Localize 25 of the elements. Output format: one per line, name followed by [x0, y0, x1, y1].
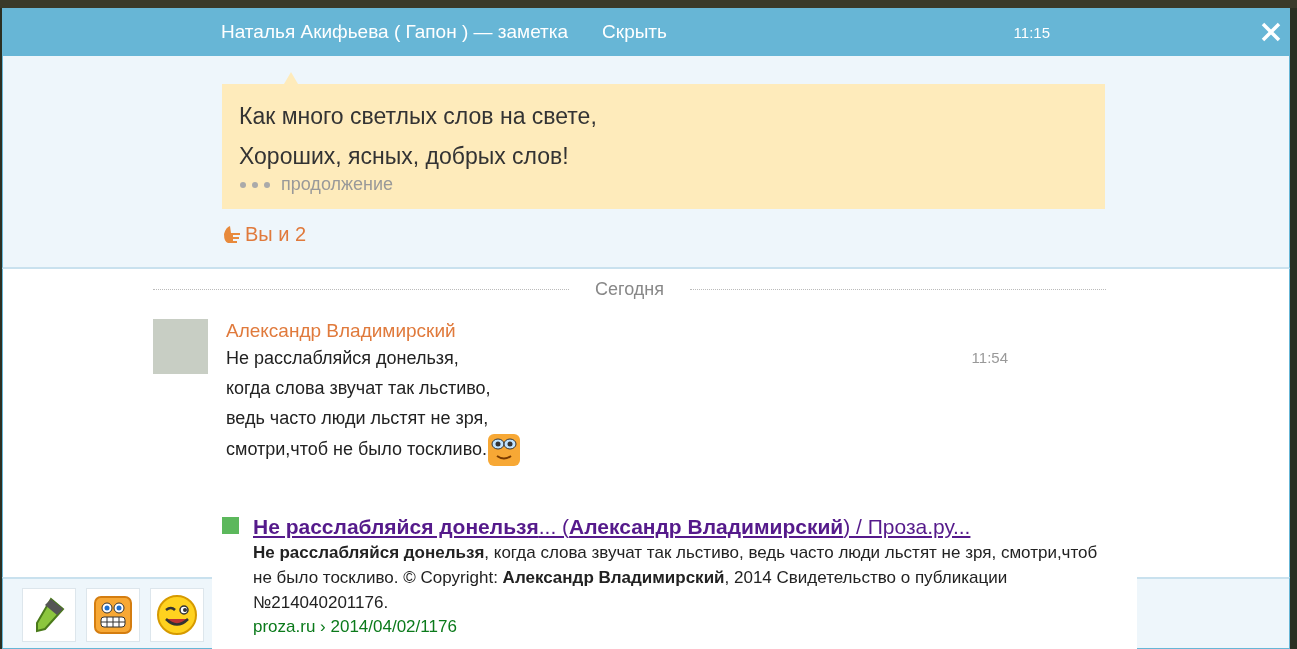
message-time: 11:54 — [971, 349, 1008, 368]
author-name[interactable]: Александр Владимирский — [226, 319, 1008, 343]
close-icon — [1260, 21, 1282, 43]
continue-link[interactable]: продолжение — [281, 174, 394, 195]
dots-icon — [239, 180, 273, 189]
thumbs-up-icon — [222, 224, 242, 245]
avatar-photo-placeholder — [153, 319, 208, 374]
hide-link[interactable]: Скрыть — [602, 21, 667, 43]
grin-smiley-icon — [92, 594, 134, 636]
message-text: Не расслабляйся донельзя, когда слова звучат так льстиво, ведь часто люди льстят не зря, смотри,чтоб не было тоскливо. — [226, 343, 522, 467]
note-text: Хороших, ясных, добрых слов! — [239, 142, 570, 171]
note-time: 11:15 — [1013, 23, 1050, 41]
wink-smiley-icon — [156, 594, 198, 636]
site-icon — [222, 517, 239, 534]
marker-button[interactable] — [22, 588, 76, 642]
preview-snippet: Не расслабляйся донельзя, когда слова звучат так льстиво, ведь часто люди льстят не зря, смотри,чтоб не было тоскливо. © Copyright: Александр Владимирский, 2014 Свидетельство о публикации №214040201176. — [253, 542, 1099, 614]
likes-link[interactable]: Вы и 2 — [222, 223, 307, 246]
wink-button[interactable] — [150, 588, 204, 642]
note-text: Как много светлых слов на свете, — [239, 102, 598, 131]
day-divider: Сегодня — [594, 279, 665, 300]
smiley-icon — [487, 433, 522, 467]
window-title: Наталья Акифьева ( Гапон ) — заметка — [221, 21, 569, 43]
preview-url[interactable]: proza.ru › 2014/04/02/1176 — [253, 615, 1103, 639]
preview-title-link[interactable]: Не расслабляйся донельзя... (Александр Владимирский) / Проза.ру... — [253, 514, 1103, 540]
grin-button[interactable] — [86, 588, 140, 642]
